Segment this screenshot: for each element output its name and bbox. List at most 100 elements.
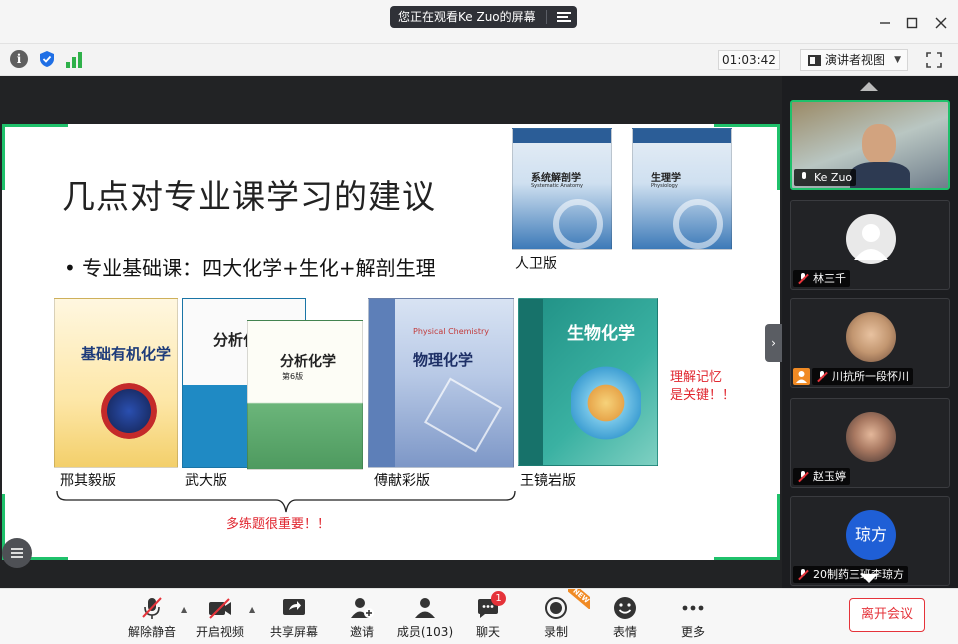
note-right-line-2: 是关键！！ xyxy=(670,388,736,403)
participant-namebar: 赵玉婷 xyxy=(793,468,850,485)
more-dots-icon xyxy=(680,595,706,621)
participant-tile[interactable]: 川抗所一段怀川 xyxy=(790,298,950,388)
smiley-icon xyxy=(612,595,638,621)
note-right-line-1: 理解记忆 xyxy=(670,370,723,385)
participant-namebar: 林三千 xyxy=(793,270,850,287)
record-label: 录制 xyxy=(543,625,568,639)
participant-namebar: 20制药三班李琼方 xyxy=(793,566,908,583)
more-label: 更多 xyxy=(680,625,705,639)
security-shield-icon[interactable] xyxy=(38,50,56,68)
participant-tile[interactable]: 琼方 20制药三班李琼方 xyxy=(790,496,950,586)
floating-menu-button[interactable] xyxy=(2,538,32,568)
book-cover-organic-chem: 基础有机化学 xyxy=(54,298,178,468)
menu-icon[interactable] xyxy=(556,12,571,22)
leave-meeting-button[interactable]: 离开会议 xyxy=(849,598,925,632)
shared-screen: 几点对专业课学习的建议 • 专业基础课：四大化学+生化+解剖生理 系统解剖学 S… xyxy=(0,76,782,588)
participant-tile[interactable]: 林三千 xyxy=(790,200,950,290)
close-icon[interactable] xyxy=(932,14,950,32)
reactions-button[interactable]: 表情 xyxy=(610,589,640,644)
cover-title: 分析化学 xyxy=(280,354,336,370)
note-bottom: 多练题很重要！！ xyxy=(226,517,331,532)
cover-title: 生物化学 xyxy=(567,324,635,344)
members-label: 成员(103) xyxy=(396,625,454,639)
participant-avatar-photo xyxy=(846,412,896,462)
book-label-wuda: 武大版 xyxy=(185,473,227,489)
start-video-label: 开启视频 xyxy=(196,625,245,639)
participant-video-face xyxy=(862,124,896,164)
protein-graphic xyxy=(571,365,641,441)
scroll-down-icon[interactable] xyxy=(860,574,878,583)
new-feature-ribbon: NEW xyxy=(568,589,590,609)
text-avatar: 琼方 xyxy=(846,510,896,560)
video-panel: Ke Zuo 林三千 川抗所一段怀川 赵玉婷 琼方 20制药三班李琼方 xyxy=(782,76,958,588)
cover-spine xyxy=(369,299,395,467)
book-cover-anatomy: 系统解剖学 Systematic Anatomy xyxy=(512,128,612,250)
participant-name: Ke Zuo xyxy=(814,171,853,184)
new-ribbon-text: NEW xyxy=(568,589,590,609)
participant-name: 赵玉婷 xyxy=(813,470,846,483)
maximize-icon[interactable] xyxy=(903,14,921,32)
molecule-graphic xyxy=(101,383,157,439)
cover-title: 生理学 xyxy=(651,173,681,184)
participant-tile[interactable]: 赵玉婷 xyxy=(790,398,950,488)
record-button[interactable]: 录制 xyxy=(541,589,571,644)
info-icon[interactable]: i xyxy=(10,50,28,68)
mic-muted-icon xyxy=(798,569,808,580)
reactions-label: 表情 xyxy=(612,625,637,639)
cover-spine xyxy=(519,299,543,465)
sharing-notice-pill[interactable]: 您正在观看Ke Zuo的屏幕 xyxy=(390,6,577,28)
cover-title: 物理化学 xyxy=(413,351,474,369)
cover-swirl xyxy=(553,199,603,249)
meeting-info-bar: i 01:03:42 演讲者视图 ▼ xyxy=(0,44,958,76)
participant-tile[interactable]: Ke Zuo xyxy=(790,100,950,190)
participant-video-body xyxy=(850,162,910,188)
participant-avatar-photo xyxy=(846,312,896,362)
slide-title: 几点对专业课学习的建议 xyxy=(62,177,436,216)
mic-muted-icon xyxy=(817,371,827,382)
book-label-fu: 傅献彩版 xyxy=(374,473,430,489)
divider xyxy=(545,10,547,24)
chat-label: 聊天 xyxy=(475,625,500,639)
curly-brace xyxy=(56,490,516,513)
chevron-down-icon: ▼ xyxy=(894,55,901,65)
network-signal-icon[interactable] xyxy=(66,50,84,68)
more-button[interactable]: 更多 xyxy=(678,589,708,644)
chat-icon: 1 xyxy=(475,591,506,621)
chevron-up-icon[interactable]: ▲ xyxy=(181,605,187,614)
title-bar: 您正在观看Ke Zuo的屏幕 xyxy=(0,0,958,44)
scroll-up-icon[interactable] xyxy=(860,82,878,91)
participant-name: 林三千 xyxy=(813,272,846,285)
members-button[interactable]: 成员(103) xyxy=(396,589,454,644)
meeting-timer: 01:03:42 xyxy=(718,50,780,70)
participant-namebar: Ke Zuo xyxy=(794,169,857,186)
camera-off-icon xyxy=(207,595,233,621)
chat-button[interactable]: 1 聊天 xyxy=(473,589,506,644)
cover-band xyxy=(513,129,611,143)
share-screen-label: 共享屏幕 xyxy=(270,625,319,639)
fullscreen-icon[interactable] xyxy=(926,52,942,68)
unmute-label: 解除静音 xyxy=(128,625,177,639)
minimize-icon[interactable] xyxy=(876,14,894,32)
mic-on-icon xyxy=(799,172,809,183)
presentation-slide: 几点对专业课学习的建议 • 专业基础课：四大化学+生化+解剖生理 系统解剖学 S… xyxy=(2,124,780,560)
chevron-up-icon[interactable]: ▲ xyxy=(249,605,255,614)
cover-subtitle: Systematic Anatomy xyxy=(531,183,583,189)
view-mode-select[interactable]: 演讲者视图 ▼ xyxy=(800,49,908,71)
expand-panel-tab[interactable]: › xyxy=(765,324,782,362)
book-cover-physiology: 生理学 Physiology xyxy=(632,128,732,250)
host-badge-icon xyxy=(793,368,810,385)
share-screen-button[interactable]: 共享屏幕 xyxy=(270,589,318,644)
start-video-button[interactable]: 开启视频 xyxy=(196,589,244,644)
book-label-renwei: 人卫版 xyxy=(515,256,557,272)
mic-muted-icon xyxy=(139,595,165,621)
view-mode-label: 演讲者视图 xyxy=(825,53,886,67)
record-icon xyxy=(543,595,569,621)
cover-band xyxy=(633,129,731,143)
sharing-notice-text: 您正在观看Ke Zuo的屏幕 xyxy=(398,10,536,24)
invite-button[interactable]: 邀请 xyxy=(344,589,380,644)
book-cover-analytical-chem: 分析化学 第6版 xyxy=(247,320,363,470)
book-label-wang: 王镜岩版 xyxy=(520,473,576,489)
members-icon xyxy=(412,595,438,621)
unmute-button[interactable]: 解除静音 xyxy=(128,589,176,644)
hexagon-graphic xyxy=(424,377,502,453)
